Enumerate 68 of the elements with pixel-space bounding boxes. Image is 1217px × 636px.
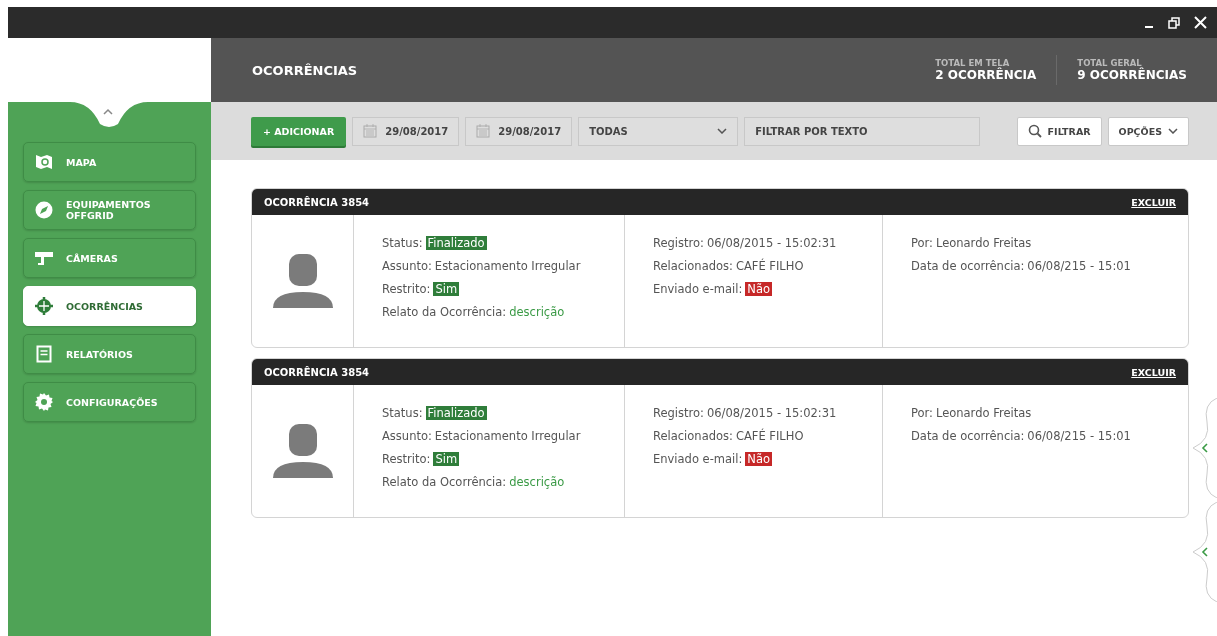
total-label: TOTAL EM TELA bbox=[935, 58, 1010, 68]
field-value: 06/08/215 - 15:01 bbox=[1027, 429, 1131, 443]
field-label: Restrito: bbox=[382, 452, 431, 466]
card-title: OCORRÊNCIA 3854 bbox=[264, 196, 370, 208]
field-value: CAFÉ FILHO bbox=[735, 259, 804, 273]
field-label: Relato da Ocorrência: bbox=[382, 475, 507, 489]
status-badge: Não bbox=[745, 282, 773, 296]
status-badge: Sim bbox=[433, 282, 460, 296]
card-title: OCORRÊNCIA 3854 bbox=[264, 366, 370, 378]
field-label: Por: bbox=[911, 406, 933, 420]
field-label: Por: bbox=[911, 236, 933, 250]
date-field[interactable]: 29/08/2017 bbox=[465, 116, 573, 146]
field-label: Restrito: bbox=[382, 282, 431, 296]
compass-icon bbox=[35, 201, 53, 219]
search-icon bbox=[1027, 124, 1042, 138]
field-value: 06/08/2015 - 15:02:31 bbox=[706, 406, 837, 420]
field-value: 06/08/2015 - 15:02:31 bbox=[706, 236, 837, 250]
field-label: Relacionados: bbox=[653, 429, 733, 443]
field-label: Registro: bbox=[653, 406, 704, 420]
calendar-icon bbox=[476, 124, 491, 138]
search-field[interactable]: FILTRAR POR TEXTO bbox=[744, 116, 981, 146]
field-label: Data de ocorrência: bbox=[911, 429, 1025, 443]
field-label: Status: bbox=[382, 236, 423, 250]
filter-button[interactable]: FILTRAR bbox=[1016, 116, 1102, 146]
report-icon bbox=[36, 345, 52, 363]
field-label: Relato da Ocorrência: bbox=[382, 305, 507, 319]
delete-link[interactable]: EXCLUIR bbox=[1131, 196, 1176, 208]
field-value: CAFÉ FILHO bbox=[735, 429, 804, 443]
avatar-icon bbox=[272, 424, 333, 478]
total-value: 2 OCORRÊNCIA bbox=[935, 68, 1037, 82]
total-label: TOTAL GERAL bbox=[1077, 58, 1143, 68]
close-icon[interactable] bbox=[1194, 16, 1207, 29]
page-title: OCORRÊNCIAS bbox=[252, 62, 358, 78]
camera-icon bbox=[34, 249, 54, 267]
field-label: Registro: bbox=[653, 236, 704, 250]
calendar-icon bbox=[363, 124, 378, 138]
field-value: Leonardo Freitas bbox=[935, 236, 1032, 250]
options-button[interactable]: OPÇÕES bbox=[1107, 116, 1189, 146]
description-link[interactable]: descrição bbox=[509, 475, 565, 489]
field-value: Estacionamento Irregular bbox=[434, 429, 581, 443]
status-badge: Sim bbox=[433, 452, 460, 466]
field-label: Enviado e-mail: bbox=[653, 452, 743, 466]
description-link[interactable]: descrição bbox=[509, 305, 565, 319]
gear-icon bbox=[35, 393, 53, 411]
delete-link[interactable]: EXCLUIR bbox=[1131, 366, 1176, 378]
field-label: Enviado e-mail: bbox=[653, 282, 743, 296]
avatar-icon bbox=[272, 254, 333, 308]
field-value: Estacionamento Irregular bbox=[434, 259, 581, 273]
category-select[interactable]: TODAS bbox=[578, 116, 739, 146]
target-icon bbox=[35, 297, 53, 315]
sidebar-item[interactable]: OCORRÊNCIAS bbox=[23, 286, 196, 326]
field-value: Leonardo Freitas bbox=[935, 406, 1032, 420]
chevron-down-icon bbox=[717, 128, 728, 134]
total-value: 9 OCORRÊNCIAS bbox=[1077, 68, 1187, 82]
restore-icon[interactable] bbox=[1168, 16, 1180, 29]
field-label: Assunto: bbox=[382, 429, 432, 443]
chevron-down-icon bbox=[1168, 128, 1178, 134]
add-button[interactable]: + ADICIONAR bbox=[251, 116, 347, 146]
status-badge: Finalizado bbox=[425, 406, 487, 420]
field-label: Assunto: bbox=[382, 259, 432, 273]
field-label: Data de ocorrência: bbox=[911, 259, 1025, 273]
map-icon bbox=[35, 153, 53, 171]
field-value: 06/08/215 - 15:01 bbox=[1027, 259, 1131, 273]
field-label: Relacionados: bbox=[653, 259, 733, 273]
status-badge: Finalizado bbox=[425, 236, 487, 250]
date-field[interactable]: 29/08/2017 bbox=[352, 116, 460, 146]
status-badge: Não bbox=[745, 452, 773, 466]
field-label: Status: bbox=[382, 406, 423, 420]
